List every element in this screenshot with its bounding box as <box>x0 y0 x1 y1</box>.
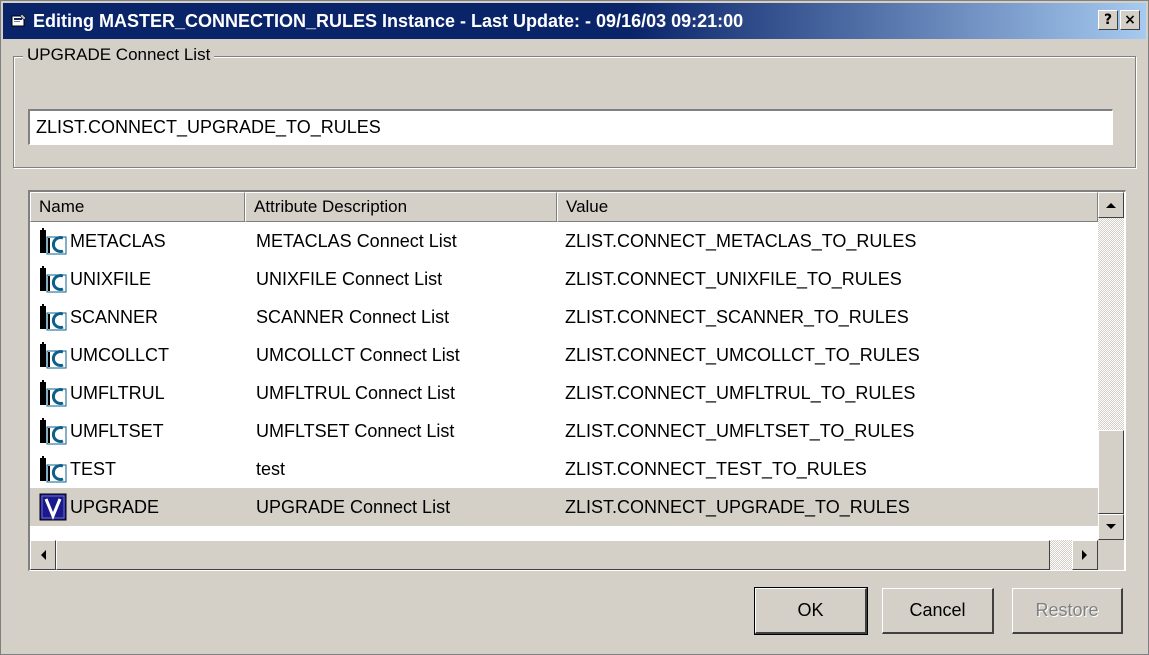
row-value: ZLIST.CONNECT_UPGRADE_TO_RULES <box>565 496 910 517</box>
row-value: ZLIST.CONNECT_SCANNER_TO_RULES <box>565 306 909 327</box>
ilc-connect-icon <box>40 266 67 293</box>
cancel-button[interactable]: Cancel <box>882 588 994 634</box>
scrollbar-corner <box>1098 540 1124 570</box>
row-name: METACLAS <box>70 230 166 251</box>
restore-button[interactable]: Restore <box>1012 588 1123 634</box>
list-row-umfltrul[interactable]: UMFLTRUL UMFLTRUL Connect List ZLIST.CON… <box>30 374 1098 412</box>
scroll-right-button[interactable] <box>1072 540 1098 570</box>
upgrade-connect-input[interactable] <box>28 109 1113 145</box>
arrow-down-icon <box>1106 524 1116 529</box>
column-header-name[interactable]: Name <box>30 192 245 222</box>
ilc-connect-icon <box>40 342 67 369</box>
close-button[interactable]: × <box>1120 10 1140 30</box>
row-description: UMCOLLCT Connect List <box>256 344 460 365</box>
attribute-list[interactable]: Name Attribute Description Value METACLA… <box>28 190 1126 571</box>
vertical-scrollbar[interactable] <box>1098 192 1124 540</box>
arrow-left-icon <box>41 550 46 560</box>
window-icon <box>11 13 27 27</box>
row-name: UNIXFILE <box>70 268 152 289</box>
row-value: ZLIST.CONNECT_UNIXFILE_TO_RULES <box>565 268 902 289</box>
list-header: Name Attribute Description Value <box>30 192 1098 222</box>
row-name: TEST <box>70 458 117 479</box>
window-title: Editing MASTER_CONNECTION_RULES Instance… <box>33 10 744 31</box>
ilc-connect-icon <box>40 380 67 407</box>
vertical-scroll-thumb[interactable] <box>1098 430 1124 514</box>
row-description: UMFLTSET Connect List <box>256 420 455 441</box>
row-value: ZLIST.CONNECT_UMFLTRUL_TO_RULES <box>565 382 916 403</box>
arrow-right-icon <box>1082 550 1087 560</box>
row-name: UMFLTRUL <box>70 382 165 403</box>
group-label: UPGRADE Connect List <box>23 45 215 65</box>
list-row-umcollct[interactable]: UMCOLLCT UMCOLLCT Connect List ZLIST.CON… <box>30 336 1098 374</box>
ilc-connect-icon <box>40 304 67 331</box>
row-name: UMFLTSET <box>70 420 164 441</box>
row-description: test <box>256 458 286 479</box>
list-row-unixfile[interactable]: UNIXFILE UNIXFILE Connect List ZLIST.CON… <box>30 260 1098 298</box>
ilc-connect-icon <box>40 456 67 483</box>
row-description: UMFLTRUL Connect List <box>256 382 456 403</box>
row-value: ZLIST.CONNECT_TEST_TO_RULES <box>565 458 867 479</box>
list-row-test[interactable]: TEST test ZLIST.CONNECT_TEST_TO_RULES <box>30 450 1098 488</box>
row-description: SCANNER Connect List <box>256 306 450 327</box>
help-button[interactable]: ? <box>1098 10 1118 30</box>
ilc-connect-icon <box>40 418 67 445</box>
row-value: ZLIST.CONNECT_UMFLTSET_TO_RULES <box>565 420 915 441</box>
row-description: UPGRADE Connect List <box>256 496 451 517</box>
row-description: UNIXFILE Connect List <box>256 268 443 289</box>
list-row-metaclas[interactable]: METACLAS METACLAS Connect List ZLIST.CON… <box>30 222 1098 260</box>
title-bar[interactable]: Editing MASTER_CONNECTION_RULES Instance… <box>3 3 1146 39</box>
scroll-up-button[interactable] <box>1098 192 1124 218</box>
list-rows: METACLAS METACLAS Connect List ZLIST.CON… <box>30 222 1098 526</box>
list-row-umfltset[interactable]: UMFLTSET UMFLTSET Connect List ZLIST.CON… <box>30 412 1098 450</box>
v-variable-icon <box>39 493 67 521</box>
ok-button[interactable]: OK <box>754 587 868 635</box>
list-row-scanner[interactable]: SCANNER SCANNER Connect List ZLIST.CONNE… <box>30 298 1098 336</box>
scroll-down-button[interactable] <box>1098 514 1124 540</box>
row-value: ZLIST.CONNECT_UMCOLLCT_TO_RULES <box>565 344 920 365</box>
row-value: ZLIST.CONNECT_METACLAS_TO_RULES <box>565 230 917 251</box>
ilc-connect-icon <box>40 228 67 255</box>
row-name: UPGRADE <box>70 496 160 517</box>
row-description: METACLAS Connect List <box>256 230 457 251</box>
horizontal-scrollbar[interactable] <box>30 540 1098 570</box>
scroll-left-button[interactable] <box>30 540 56 570</box>
arrow-up-icon <box>1106 203 1116 208</box>
horizontal-scroll-thumb[interactable] <box>56 540 1050 570</box>
list-row-upgrade[interactable]: UPGRADE UPGRADE Connect List ZLIST.CONNE… <box>30 488 1098 526</box>
column-header-value[interactable]: Value <box>557 192 1098 222</box>
column-header-description[interactable]: Attribute Description <box>245 192 557 222</box>
row-name: SCANNER <box>70 306 159 327</box>
row-name: UMCOLLCT <box>70 344 170 365</box>
edit-instance-dialog: Editing MASTER_CONNECTION_RULES Instance… <box>0 0 1149 655</box>
